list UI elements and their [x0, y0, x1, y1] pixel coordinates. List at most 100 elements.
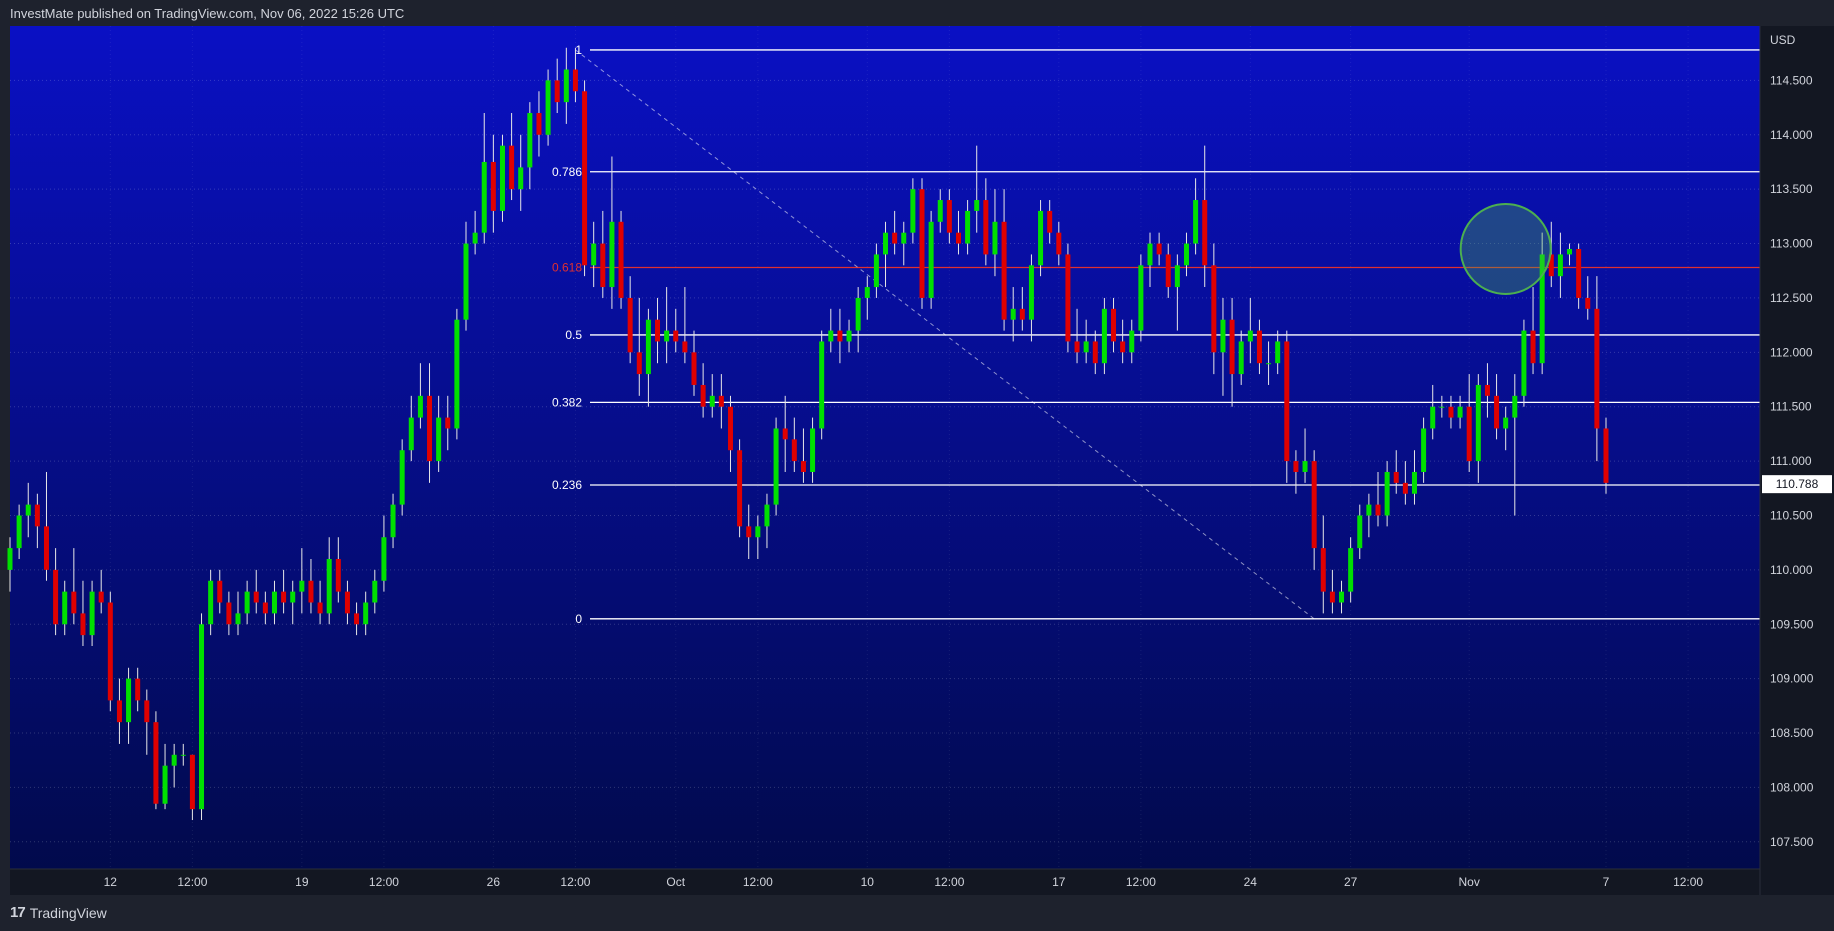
highlight-circle: [1459, 202, 1552, 295]
price-tick-label: 113.000: [1770, 237, 1813, 251]
candle-body: [372, 580, 378, 603]
candle-body: [34, 504, 40, 527]
candle-body: [983, 200, 989, 255]
candle-body: [1484, 384, 1490, 396]
candle-body: [600, 243, 606, 288]
candle-body: [518, 167, 524, 190]
price-tick-label: 108.500: [1770, 726, 1814, 740]
candle-body: [727, 406, 733, 451]
candle-down: [107, 591, 113, 712]
candle-body: [910, 189, 916, 233]
candle-body: [1302, 461, 1308, 472]
candle-body: [1165, 254, 1171, 288]
price-tick-label: 110.000: [1770, 563, 1813, 577]
candle-body: [1074, 341, 1080, 353]
candle-body: [1056, 232, 1062, 255]
candle-body: [363, 602, 369, 625]
candle-body: [1393, 471, 1399, 483]
time-tick-label: 12:00: [934, 875, 964, 889]
candle-body: [1576, 248, 1582, 298]
candle-body: [381, 537, 387, 581]
candle-body: [1494, 395, 1500, 429]
candle-body: [171, 754, 177, 766]
candle-down: [919, 178, 925, 309]
candle-body: [335, 558, 341, 592]
candle-body: [1339, 591, 1345, 603]
candle-body: [1503, 417, 1509, 429]
candle-down: [618, 210, 624, 309]
candle-body: [53, 569, 59, 625]
plot-background: [10, 26, 1760, 895]
time-axis-background: [10, 869, 1760, 895]
candle-body: [682, 341, 688, 353]
candle-body: [800, 461, 806, 472]
candle-body: [80, 613, 86, 636]
candle-body: [591, 243, 597, 266]
candle-up: [454, 308, 460, 440]
candle-body: [664, 330, 670, 342]
candle-body: [509, 145, 515, 190]
candle-body: [810, 428, 816, 472]
candle-body: [992, 221, 998, 255]
candle-body: [317, 602, 323, 614]
candle-body: [445, 417, 451, 429]
candle-body: [554, 80, 560, 103]
candle-up: [499, 134, 505, 222]
candle-body: [1111, 308, 1117, 342]
candle-body: [408, 417, 414, 451]
candle-body: [326, 558, 332, 614]
candle-body: [1567, 248, 1573, 255]
candle-body: [609, 221, 615, 288]
candle-up: [1038, 200, 1044, 277]
candle-body: [1293, 461, 1299, 472]
candle-body: [873, 254, 879, 288]
candle-down: [1065, 243, 1071, 353]
time-tick-label: Nov: [1459, 875, 1480, 889]
candle-body: [791, 439, 797, 462]
candlestick-chart[interactable]: 1 0.786 0.618 0.5 0.382 0.236 0 107.500 108.000…: [0, 0, 1834, 931]
candle-body: [1512, 395, 1518, 418]
candle-body: [919, 189, 925, 298]
candle-body: [427, 395, 433, 462]
candle-body: [1211, 265, 1217, 353]
price-tick-label: 111.000: [1770, 454, 1812, 468]
candle-body: [737, 450, 743, 527]
time-tick-label: 12:00: [743, 875, 773, 889]
candle-body: [208, 580, 214, 625]
candle-body: [655, 319, 661, 342]
price-axis[interactable]: 107.500 108.000 108.500 109.000 109.500 110.0…: [1770, 73, 1814, 848]
tradingview-logo[interactable]: 17 TradingView: [10, 904, 107, 921]
time-tick-label: 19: [295, 875, 309, 889]
tradingview-logo-icon: 17: [10, 904, 26, 921]
candle-up: [773, 417, 779, 516]
candle-body: [472, 232, 478, 244]
candle-body: [454, 319, 460, 429]
candle-body: [572, 69, 578, 92]
candle-body: [1448, 406, 1454, 418]
time-tick-label: 12:00: [177, 875, 207, 889]
candle-body: [1585, 297, 1591, 309]
candle-body: [417, 395, 423, 418]
candle-body: [490, 161, 496, 211]
candle-up: [1138, 254, 1144, 342]
candle-body: [463, 243, 469, 320]
fib-level-label: 0.786: [552, 165, 582, 179]
candle-body: [1411, 471, 1417, 494]
candle-body: [62, 591, 68, 625]
candle-down: [153, 711, 159, 810]
time-tick-label: 12: [104, 875, 118, 889]
candle-body: [1311, 461, 1317, 549]
candle-body: [1402, 482, 1408, 494]
candle-body: [1101, 308, 1107, 364]
candle-body: [344, 591, 350, 614]
candle-body: [1047, 210, 1053, 233]
candle-up: [819, 330, 825, 440]
candle-body: [645, 319, 651, 375]
candle-body: [262, 602, 268, 614]
candle-up: [1521, 319, 1527, 407]
candle-body: [271, 591, 277, 614]
candle-body: [1475, 384, 1481, 462]
candle-body: [126, 678, 132, 723]
candle-body: [1238, 341, 1244, 375]
candle-body: [199, 624, 205, 810]
